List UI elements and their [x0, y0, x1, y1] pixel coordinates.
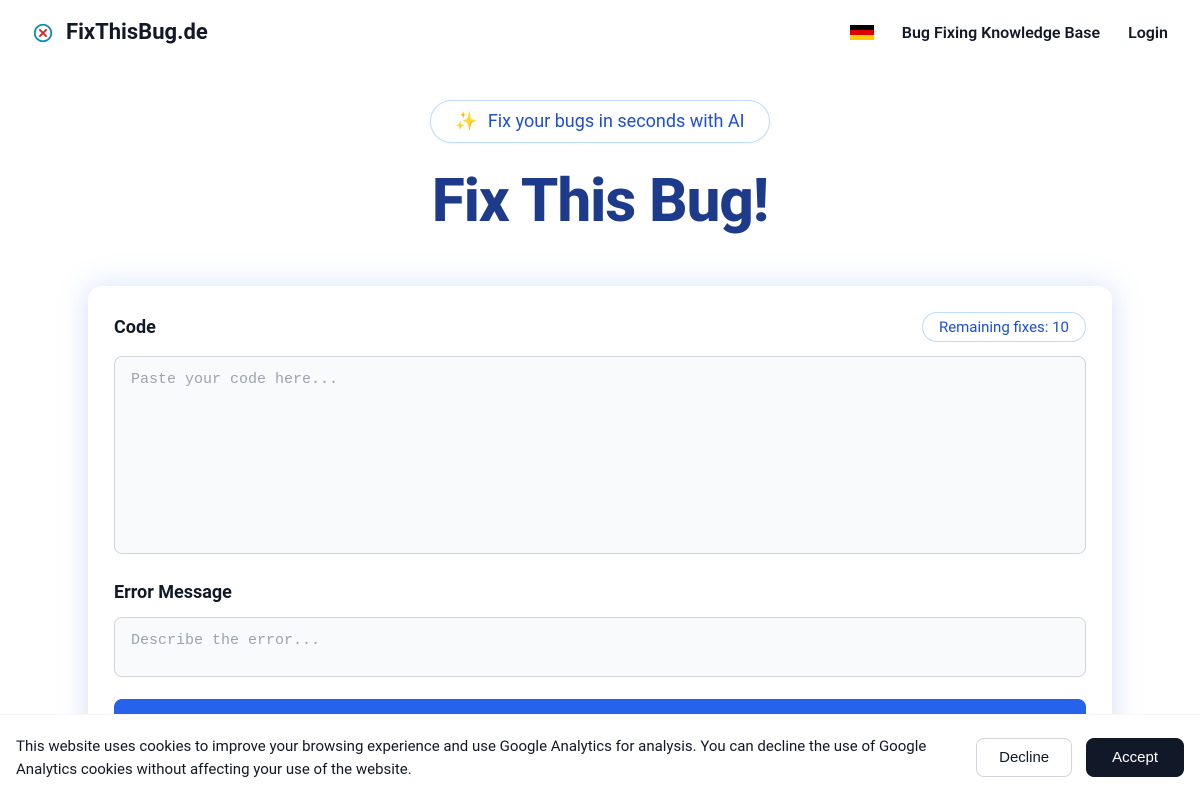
- knowledge-base-link[interactable]: Bug Fixing Knowledge Base: [902, 23, 1100, 42]
- site-name: FixThisBug.de: [66, 20, 208, 45]
- nav: Bug Fixing Knowledge Base Login: [850, 23, 1168, 42]
- cookie-buttons: Decline Accept: [976, 738, 1184, 777]
- error-input[interactable]: [114, 617, 1086, 677]
- error-section: Error Message: [114, 582, 1086, 681]
- header: FixThisBug.de Bug Fixing Knowledge Base …: [0, 0, 1200, 65]
- decline-button[interactable]: Decline: [976, 738, 1072, 777]
- code-label: Code: [114, 317, 156, 338]
- page-title: Fix This Bug!: [0, 165, 1200, 236]
- login-link[interactable]: Login: [1128, 23, 1168, 42]
- german-flag-icon[interactable]: [850, 25, 874, 41]
- remaining-fixes-badge: Remaining fixes: 10: [922, 312, 1086, 342]
- code-input[interactable]: [114, 356, 1086, 554]
- error-label: Error Message: [114, 582, 1086, 603]
- badge-text: Fix your bugs in seconds with AI: [488, 111, 745, 132]
- cookie-text: This website uses cookies to improve you…: [16, 735, 952, 780]
- bug-fix-card: Code Remaining fixes: 10 Error Message F…: [88, 286, 1112, 774]
- bug-logo-icon: [32, 22, 54, 44]
- logo-section[interactable]: FixThisBug.de: [32, 20, 208, 45]
- sparkle-icon: ✨: [455, 111, 477, 132]
- hero-badge: ✨ Fix your bugs in seconds with AI: [430, 100, 769, 143]
- cookie-banner: This website uses cookies to improve you…: [0, 714, 1200, 800]
- card-header: Code Remaining fixes: 10: [114, 312, 1086, 342]
- accept-button[interactable]: Accept: [1086, 738, 1184, 777]
- hero: ✨ Fix your bugs in seconds with AI Fix T…: [0, 65, 1200, 236]
